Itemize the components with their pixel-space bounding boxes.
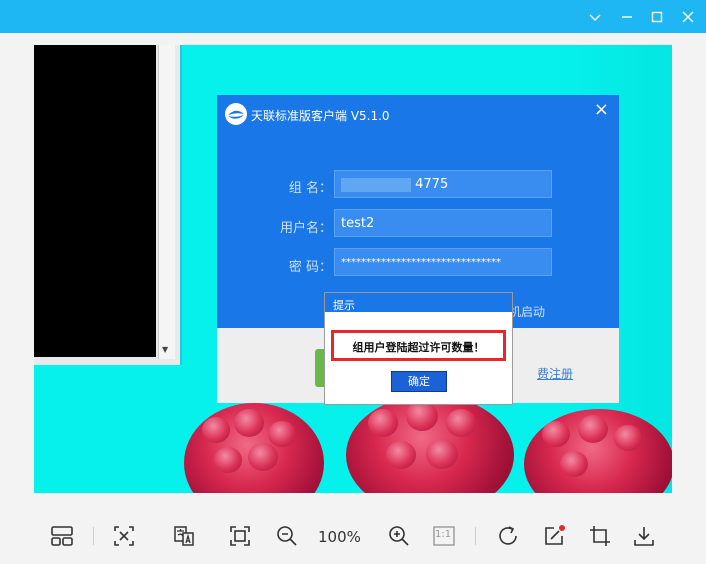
alert-message: 组用户登陆超过许可数量！ (352, 341, 485, 354)
zoom-level: 100% (318, 528, 361, 546)
edit-icon[interactable] (540, 522, 568, 550)
raspberry-center (346, 395, 514, 493)
minimize-button[interactable] (616, 6, 638, 28)
actual-size-icon[interactable]: 1:1 (430, 522, 458, 550)
download-icon[interactable] (630, 522, 658, 550)
maximize-button[interactable] (646, 6, 668, 28)
rotate-icon[interactable] (494, 522, 522, 550)
dialog-title: 天联标准版客户端 V5.1.0 (251, 109, 390, 123)
register-link[interactable]: 费注册 (537, 365, 573, 382)
group-name-input[interactable]: 4775 (334, 170, 552, 198)
viewer-toolbar: 100% 1:1 (0, 508, 706, 564)
window-titlebar (0, 0, 706, 33)
left-window-fragment: ▼ (34, 45, 182, 365)
ok-button[interactable]: 确定 (391, 371, 447, 392)
actual-size-label: 1:1 (435, 529, 452, 540)
screenshot-image: ▼ 天联标准版客户端 V5.1.0 × 组 名： 4775 用户名： test2 (34, 45, 672, 493)
alert-titlebar: 提示 (325, 293, 512, 312)
password-input[interactable]: ******************************** (334, 248, 552, 276)
ocr-extract-icon[interactable] (110, 522, 138, 550)
crop-icon[interactable] (586, 522, 614, 550)
username-input[interactable]: test2 (334, 209, 552, 237)
zoom-out-icon[interactable] (273, 522, 301, 550)
scrollbar[interactable] (158, 45, 175, 359)
toolbar-divider (93, 527, 94, 545)
scroll-down-icon[interactable]: ▼ (162, 345, 168, 354)
redacted-area (34, 45, 156, 357)
chevron-down-icon[interactable] (584, 6, 606, 28)
alert-dialog: 提示 组用户登陆超过许可数量！ 确定 (324, 292, 513, 405)
zoom-in-icon[interactable] (385, 522, 413, 550)
close-button[interactable] (677, 6, 699, 28)
app-logo-icon (225, 103, 247, 125)
raspberry-left (184, 403, 324, 493)
username-label: 用户名： (279, 221, 332, 236)
redaction-blur (341, 177, 411, 192)
layout-icon[interactable] (48, 522, 76, 550)
toolbar-divider (475, 527, 476, 545)
fit-screen-icon[interactable] (226, 522, 254, 550)
translate-icon[interactable] (170, 522, 198, 550)
password-label: 密 码： (288, 260, 332, 275)
group-name-value: 4775 (415, 177, 449, 192)
dialog-close-icon[interactable]: × (594, 99, 609, 120)
group-name-label: 组 名： (288, 181, 332, 196)
alert-title: 提示 (333, 299, 355, 312)
autostart-checkbox-label[interactable]: 机启动 (509, 303, 545, 320)
error-highlight-box: 组用户登陆超过许可数量！ (331, 330, 506, 361)
